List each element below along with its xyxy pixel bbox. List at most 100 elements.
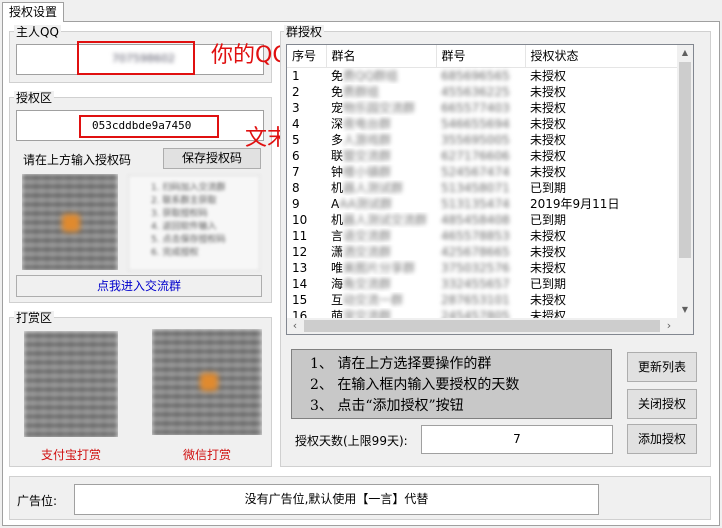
add-auth-button[interactable]: 添加授权 (627, 424, 697, 454)
group-name-cell: 联盟交流群 (326, 148, 436, 164)
auth-hint: 请在上方输入授权码 (23, 153, 132, 167)
group-table: 序号 群名 群号 授权状态 1 免费QQ群组 685696565 未授权 2 免费群组 45… (287, 45, 692, 324)
auth-step: 3. 获取授权码 (151, 209, 208, 219)
group-no-cell: 8 (292, 180, 300, 195)
table-row[interactable]: 3 宠物乐园交流群 665577403 未授权 (287, 100, 691, 116)
scroll-up-arrow-icon[interactable]: ▲ (677, 45, 693, 61)
auth-step: 1. 扫码加入交流群 (151, 183, 226, 193)
group-name-rest: 夜电台群 (343, 116, 392, 131)
group-name-first-char: 多 (331, 132, 344, 147)
group-id-cell: 375032576 (441, 260, 510, 275)
table-row[interactable]: 8 机器人测试群 513458071 已到期 (287, 180, 691, 196)
group-id-cell: 546655694 (441, 116, 510, 131)
ad-label: 广告位: (17, 494, 58, 508)
group-name-cell: 机器人测试交流群 (326, 212, 436, 228)
wechat-qr-code (152, 329, 262, 435)
auth-days-label: 授权天数(上限99天): (295, 434, 408, 448)
group-id-cell: 485458408 (441, 212, 510, 227)
close-auth-button[interactable]: 关闭授权 (627, 389, 697, 419)
group-name-cell: 机器人测试群 (326, 180, 436, 196)
table-row[interactable]: 9 AAA测试群 513135474 2019年9月11日 (287, 196, 691, 212)
group-name-rest: 洒交流群 (343, 244, 392, 259)
ad-text-box: 没有广告位,默认使用【一言】代替 (74, 484, 599, 515)
group-status-cell: 未授权 (530, 84, 567, 99)
group-no-cell: 6 (292, 148, 300, 163)
group-status-cell: 未授权 (530, 164, 567, 179)
scroll-left-arrow-icon[interactable]: ‹ (287, 318, 303, 334)
column-header-status[interactable]: 授权状态 (525, 45, 692, 68)
table-row[interactable]: 13 唯美图片分享群 375032576 未授权 (287, 260, 691, 276)
alipay-donate-label[interactable]: 支付宝打赏 (41, 446, 101, 463)
column-header-name[interactable]: 群名 (326, 45, 437, 68)
group-no-cell: 9 (292, 196, 300, 211)
auth-days-input[interactable]: 7 (421, 425, 613, 454)
group-status-cell: 已到期 (530, 276, 567, 291)
vertical-scroll-thumb[interactable] (679, 62, 691, 258)
refresh-list-button[interactable]: 更新列表 (627, 352, 697, 382)
group-status-cell: 未授权 (530, 260, 567, 275)
join-group-link[interactable]: 点我进入交流群 (16, 275, 262, 297)
group-name-first-char: 联 (331, 148, 344, 163)
group-list[interactable]: 序号 群名 群号 授权状态 1 免费QQ群组 685696565 未授权 2 免费群组 45… (286, 44, 694, 335)
group-no-cell: 10 (292, 212, 308, 227)
group-name-cell: 潇洒交流群 (326, 244, 436, 260)
group-status-cell: 未授权 (530, 100, 567, 115)
group-name-first-char: 潇 (331, 244, 344, 259)
group-qr-code (22, 174, 118, 270)
column-header-id[interactable]: 群号 (436, 45, 526, 68)
group-name-rest: 动交流一群 (343, 292, 404, 307)
table-row[interactable]: 6 联盟交流群 627176606 未授权 (287, 148, 691, 164)
group-no-cell: 15 (292, 292, 308, 307)
group-no-cell: 3 (292, 100, 300, 115)
group-id-cell: 513458071 (441, 180, 510, 195)
group-name-first-char: 宠 (331, 100, 344, 115)
wechat-donate-label[interactable]: 微信打赏 (183, 446, 231, 463)
group-no-cell: 2 (292, 84, 300, 99)
group-name-cell: 免费QQ群组 (326, 67, 436, 84)
group-id-cell: 465578853 (441, 228, 510, 243)
table-row[interactable]: 4 深夜电台群 546655694 未授权 (287, 116, 691, 132)
group-status-cell: 未授权 (530, 244, 567, 259)
group-id-cell: 455636225 (441, 84, 510, 99)
group-status-cell: 未授权 (530, 116, 567, 131)
table-row[interactable]: 14 海角交流群 332455657 已到期 (287, 276, 691, 292)
group-name-rest: 费QQ群组 (343, 68, 398, 83)
owner-qq-annotation: 你的QQ (211, 43, 290, 68)
auth-step: 2. 联系群主获取 (151, 196, 217, 206)
group-no-cell: 12 (292, 244, 308, 259)
table-row[interactable]: 2 免费群组 455636225 未授权 (287, 84, 691, 100)
group-id-cell: 665577403 (441, 100, 510, 115)
group-id-cell: 627176606 (441, 148, 510, 163)
group-id-cell: 685696565 (441, 68, 510, 83)
table-row[interactable]: 15 互动交流一群 287653101 未授权 (287, 292, 691, 308)
group-auth-title: 群授权 (284, 25, 325, 39)
group-status-cell: 已到期 (530, 180, 567, 195)
tab-auth-settings[interactable]: 授权设置 (2, 2, 64, 22)
group-id-cell: 287653101 (441, 292, 510, 307)
group-name-rest: 人游戏群 (343, 132, 392, 147)
table-row[interactable]: 1 免费QQ群组 685696565 未授权 (287, 67, 691, 84)
table-row[interactable]: 7 钟楼小镇群 524567474 未授权 (287, 164, 691, 180)
group-name-rest: 楼小镇群 (343, 164, 392, 179)
group-name-rest: 器人测试交流群 (343, 212, 428, 227)
auth-title: 授权区 (14, 91, 55, 105)
instructions-box: 1、 请在上方选择要操作的群 2、 在输入框内输入要授权的天数 3、 点击“添加… (291, 349, 612, 419)
group-name-first-char: 机 (331, 180, 344, 195)
table-row[interactable]: 11 言语交流群 465578853 未授权 (287, 228, 691, 244)
auth-step: 4. 返回软件输入 (151, 222, 217, 232)
table-row[interactable]: 12 潇洒交流群 425678665 未授权 (287, 244, 691, 260)
group-name-first-char: 互 (331, 292, 344, 307)
group-name-rest: 角交流群 (343, 276, 392, 291)
column-header-no[interactable]: 序号 (287, 45, 327, 68)
group-status-cell: 2019年9月11日 (530, 196, 620, 211)
group-id-cell: 513135474 (441, 196, 510, 211)
horizontal-scroll-thumb[interactable] (304, 320, 660, 332)
save-auth-code-button[interactable]: 保存授权码 (163, 148, 261, 169)
group-name-rest: 器人测试群 (343, 180, 404, 195)
scroll-down-arrow-icon[interactable]: ▼ (677, 302, 693, 318)
table-row[interactable]: 5 多人游戏群 355695005 未授权 (287, 132, 691, 148)
table-row[interactable]: 10 机器人测试交流群 485458408 已到期 (287, 212, 691, 228)
group-name-cell: 唯美图片分享群 (326, 260, 436, 276)
scroll-right-arrow-icon[interactable]: › (661, 318, 677, 334)
group-no-cell: 1 (292, 68, 300, 83)
